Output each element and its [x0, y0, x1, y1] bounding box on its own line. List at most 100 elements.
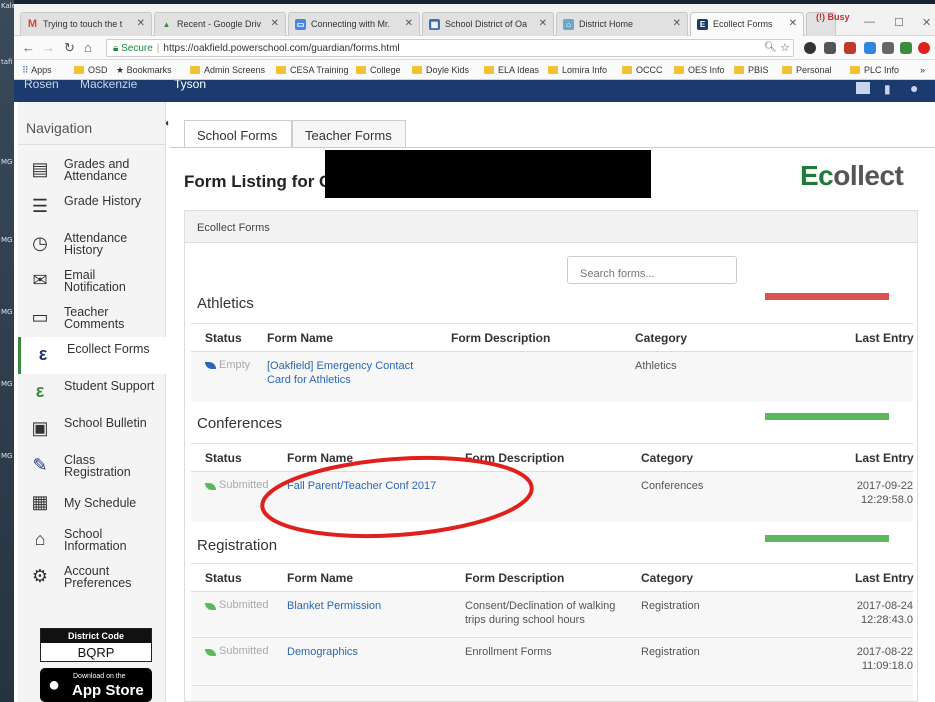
nav-title: Navigation: [26, 120, 93, 136]
extension-dark-icon[interactable]: [804, 42, 816, 54]
close-tab-icon[interactable]: ✕: [539, 18, 547, 29]
search-forms-input[interactable]: [567, 256, 737, 284]
column-header-last-entry: Last Entry: [855, 331, 914, 345]
district-code-value: BQRP: [77, 645, 115, 660]
bookmark-item[interactable]: Personal: [782, 65, 832, 75]
extension-green-icon[interactable]: [900, 42, 912, 54]
bookmarks-overflow-icon[interactable]: »: [920, 65, 925, 75]
status-text: Empty: [219, 359, 251, 371]
form-name-link[interactable]: [Oakfield] Emergency Contact Card for At…: [267, 359, 437, 387]
email-icon: ✉: [32, 270, 48, 290]
close-tab-icon[interactable]: ✕: [271, 18, 279, 29]
divider: [191, 563, 913, 564]
bookmark-item[interactable]: College: [356, 65, 401, 75]
close-tab-icon[interactable]: ✕: [673, 18, 681, 29]
schedule-icon: ▦: [31, 492, 49, 512]
bookmark-item[interactable]: PBIS: [734, 65, 769, 75]
nav-item-school-information[interactable]: ⌂ School Information: [18, 522, 166, 559]
bookmark-item[interactable]: OCCC: [622, 65, 663, 75]
column-header-status: Status: [205, 331, 242, 345]
nav-item-attendance-history[interactable]: ◷ Attendance History: [18, 226, 166, 263]
nav-item-school-bulletin[interactable]: ▣ School Bulletin: [18, 411, 166, 448]
bookmark-item[interactable]: OSD: [74, 65, 108, 75]
browser-tab-active[interactable]: E Ecollect Forms ✕: [690, 12, 804, 36]
url-field[interactable]: 🔒︎ Secure | https://oakfield.powerschool.c…: [106, 39, 794, 57]
browser-tab[interactable]: ▲ Recent - Google Driv ✕: [154, 12, 286, 36]
bulletin-icon: ▣: [31, 418, 49, 438]
nav-item-student-support[interactable]: ε Student Support: [18, 374, 166, 411]
bookmark-item[interactable]: Admin Screens: [190, 65, 265, 75]
bookmark-item[interactable]: OES Info: [674, 65, 725, 75]
divider: [191, 323, 913, 324]
browser-tab[interactable]: ▦ School District of Oa ✕: [422, 12, 554, 36]
print-icon[interactable]: ▮: [884, 82, 891, 96]
table-row-partial[interactable]: [191, 686, 913, 701]
account-icon: ⚙: [31, 566, 49, 586]
close-tab-icon[interactable]: ✕: [137, 18, 145, 29]
extension-rocket-icon[interactable]: [824, 42, 836, 54]
extension-drive-icon[interactable]: [864, 42, 876, 54]
reload-icon[interactable]: ↻: [64, 40, 75, 56]
nav-item-class-registration[interactable]: ✎ Class Registration: [18, 448, 166, 485]
nav-item-email-notification[interactable]: ✉ Email Notification: [18, 263, 166, 300]
nav-item-teacher-comments[interactable]: ▭ Teacher Comments: [18, 300, 166, 337]
form-name-link[interactable]: Demographics: [287, 645, 358, 659]
desktop-label: MG: [1, 158, 13, 166]
nav-item-grades-attendance[interactable]: ▤ Grades and Attendance: [18, 152, 166, 189]
bookmark-apps[interactable]: ⠿ Apps: [22, 65, 52, 76]
nav-item-ecollect-forms[interactable]: ε Ecollect Forms: [18, 337, 166, 374]
apps-grid-icon: ⠿: [22, 65, 32, 75]
tab-teacher-forms[interactable]: Teacher Forms: [292, 120, 406, 148]
back-icon[interactable]: ←: [22, 40, 35, 55]
close-window-icon[interactable]: ✕: [922, 16, 931, 29]
bookmark-item[interactable]: PLC Info: [850, 65, 899, 75]
column-header-form-description: Form Description: [451, 331, 551, 345]
column-header-form-name: Form Name: [287, 571, 354, 585]
column-header-form-description: Form Description: [465, 571, 565, 585]
ecollect-forms-icon: ε: [38, 344, 48, 364]
close-tab-icon[interactable]: ✕: [405, 18, 413, 29]
extension-stop-icon[interactable]: [918, 42, 930, 54]
form-name-link[interactable]: Blanket Permission: [287, 599, 381, 613]
student-tab-active[interactable]: Tyson: [174, 80, 206, 91]
bookmark-item[interactable]: Lomira Info: [548, 65, 607, 75]
divider: [170, 147, 935, 148]
zoom-icon[interactable]: 🔍︎: [764, 42, 777, 53]
user-menu-icon[interactable]: ●: [910, 80, 918, 96]
home-icon[interactable]: ⌂: [84, 40, 92, 55]
minimize-icon[interactable]: —: [864, 16, 875, 28]
extension-audio-icon[interactable]: [882, 42, 894, 54]
bookmark-item[interactable]: ELA Ideas: [484, 65, 539, 75]
nav-item-my-schedule[interactable]: ▦ My Schedule: [18, 485, 166, 522]
bookmark-item[interactable]: CESA Training: [276, 65, 349, 75]
maximize-icon[interactable]: ☐: [894, 16, 904, 29]
extension-red-icon[interactable]: [844, 42, 856, 54]
category-cell: Conferences: [641, 480, 704, 492]
folder-icon: [674, 66, 684, 74]
bookmark-item[interactable]: ★ Bookmarks: [116, 65, 172, 76]
form-name-link[interactable]: Fall Parent/Teacher Conf 2017: [287, 479, 487, 493]
browser-tab-label: Trying to touch the t: [43, 19, 123, 29]
nav-item-grade-history[interactable]: ☰ Grade History: [18, 189, 166, 226]
bookmark-item[interactable]: Doyle Kids: [412, 65, 469, 75]
forward-icon[interactable]: →: [42, 40, 55, 55]
browser-tab[interactable]: M Trying to touch the t ✕: [20, 12, 152, 36]
mail-icon[interactable]: [856, 82, 870, 94]
star-icon[interactable]: ☆: [780, 41, 790, 54]
close-tab-icon[interactable]: ✕: [789, 18, 797, 29]
divider: [18, 144, 166, 145]
column-header-form-description: Form Description: [465, 451, 565, 465]
nav-item-account-preferences[interactable]: ⚙ Account Preferences: [18, 559, 166, 596]
browser-tab[interactable]: ⌂ District Home ✕: [556, 12, 688, 36]
tab-school-forms[interactable]: School Forms: [184, 120, 292, 148]
profile-indicator[interactable]: (!) Busy: [816, 12, 850, 22]
category-cell: Registration: [641, 600, 700, 612]
bookmarks-bar: ⠿ Apps OSD ★ Bookmarks Admin Screens CES…: [14, 60, 935, 80]
category-cell: Athletics: [635, 360, 677, 372]
secure-label: Secure: [121, 43, 153, 54]
app-store-badge[interactable]: ● Download on the App Store: [40, 668, 152, 702]
browser-tab[interactable]: ▭ Connecting with Mr. ✕: [288, 12, 420, 36]
attendance-icon: ◷: [32, 233, 48, 253]
student-tab[interactable]: Rosen: [24, 80, 59, 91]
student-tab[interactable]: Mackenzie: [80, 80, 137, 91]
